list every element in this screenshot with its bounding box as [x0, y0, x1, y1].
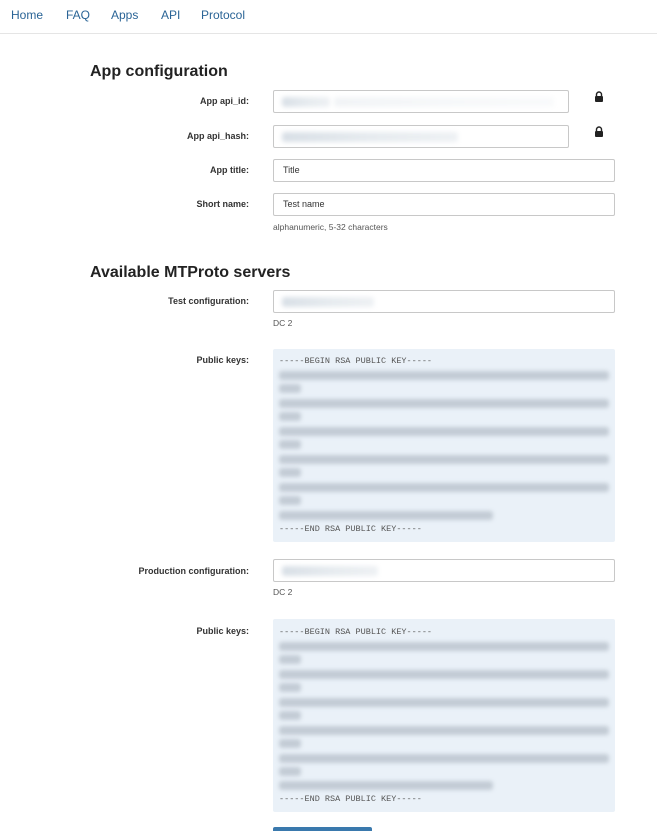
redacted-key-line — [279, 739, 301, 748]
app-title-label: App title: — [210, 165, 249, 175]
redacted-key-line — [279, 371, 609, 380]
redacted-key-line — [279, 781, 493, 790]
redacted-key-line — [279, 655, 301, 664]
redacted-key-line — [279, 683, 301, 692]
nav-protocol-link[interactable]: Protocol — [201, 8, 245, 22]
redacted-key-line — [279, 698, 609, 707]
test-key-end: -----END RSA PUBLIC KEY----- — [279, 524, 422, 534]
production-config-redacted-value — [282, 566, 378, 576]
api-id-label: App api_id: — [200, 96, 249, 106]
test-configuration-label: Test configuration: — [168, 296, 249, 306]
mtproto-servers-heading: Available MTProto servers — [90, 264, 291, 281]
api-id-field[interactable] — [273, 90, 569, 113]
nav-home-link[interactable]: Home — [11, 8, 43, 22]
short-name-label: Short name: — [196, 199, 249, 209]
api-hash-redacted-value — [282, 132, 458, 142]
nav-api-link[interactable]: API — [161, 8, 180, 22]
test-config-redacted-value — [282, 297, 374, 307]
short-name-help: alphanumeric, 5-32 characters — [273, 222, 388, 232]
short-name-input[interactable]: Test name — [273, 193, 615, 216]
api-hash-label: App api_hash: — [186, 131, 249, 141]
test-key-begin: -----BEGIN RSA PUBLIC KEY----- — [279, 356, 433, 366]
test-public-keys-box[interactable]: -----BEGIN RSA PUBLIC KEY----- -----END … — [273, 349, 615, 542]
nav-faq-link[interactable]: FAQ — [66, 8, 90, 22]
lock-icon — [595, 126, 603, 137]
test-dc-label: DC 2 — [273, 318, 293, 328]
redacted-key-line — [279, 440, 301, 449]
app-configuration-heading: App configuration — [90, 63, 228, 80]
redacted-key-line — [279, 384, 301, 393]
redacted-key-line — [279, 483, 609, 492]
test-configuration-field[interactable] — [273, 290, 615, 313]
redacted-key-line — [279, 412, 301, 421]
api-id-redacted-fade — [334, 97, 554, 107]
app-title-input[interactable]: Title — [273, 159, 615, 182]
redacted-key-line — [279, 642, 609, 651]
redacted-key-line — [279, 399, 609, 408]
redacted-key-line — [279, 511, 493, 520]
redacted-key-line — [279, 455, 609, 464]
api-hash-field[interactable] — [273, 125, 569, 148]
production-key-end: -----END RSA PUBLIC KEY----- — [279, 794, 422, 804]
redacted-key-line — [279, 468, 301, 477]
production-key-begin: -----BEGIN RSA PUBLIC KEY----- — [279, 627, 433, 637]
redacted-key-line — [279, 496, 301, 505]
production-configuration-label: Production configuration: — [138, 566, 250, 576]
top-nav: Home FAQ Apps API Protocol — [0, 0, 657, 34]
redacted-key-line — [279, 754, 609, 763]
redacted-key-line — [279, 427, 609, 436]
nav-apps-link[interactable]: Apps — [111, 8, 138, 22]
production-public-keys-label: Public keys: — [196, 626, 249, 636]
redacted-key-line — [279, 726, 609, 735]
save-changes-button[interactable] — [273, 827, 372, 831]
redacted-key-line — [279, 711, 301, 720]
production-public-keys-box[interactable]: -----BEGIN RSA PUBLIC KEY----- -----END … — [273, 619, 615, 812]
redacted-key-line — [279, 670, 609, 679]
lock-icon — [595, 91, 603, 102]
production-configuration-field[interactable] — [273, 559, 615, 582]
redacted-key-line — [279, 767, 301, 776]
test-public-keys-label: Public keys: — [196, 355, 249, 365]
api-id-redacted-value — [282, 97, 330, 107]
production-dc-label: DC 2 — [273, 587, 293, 597]
